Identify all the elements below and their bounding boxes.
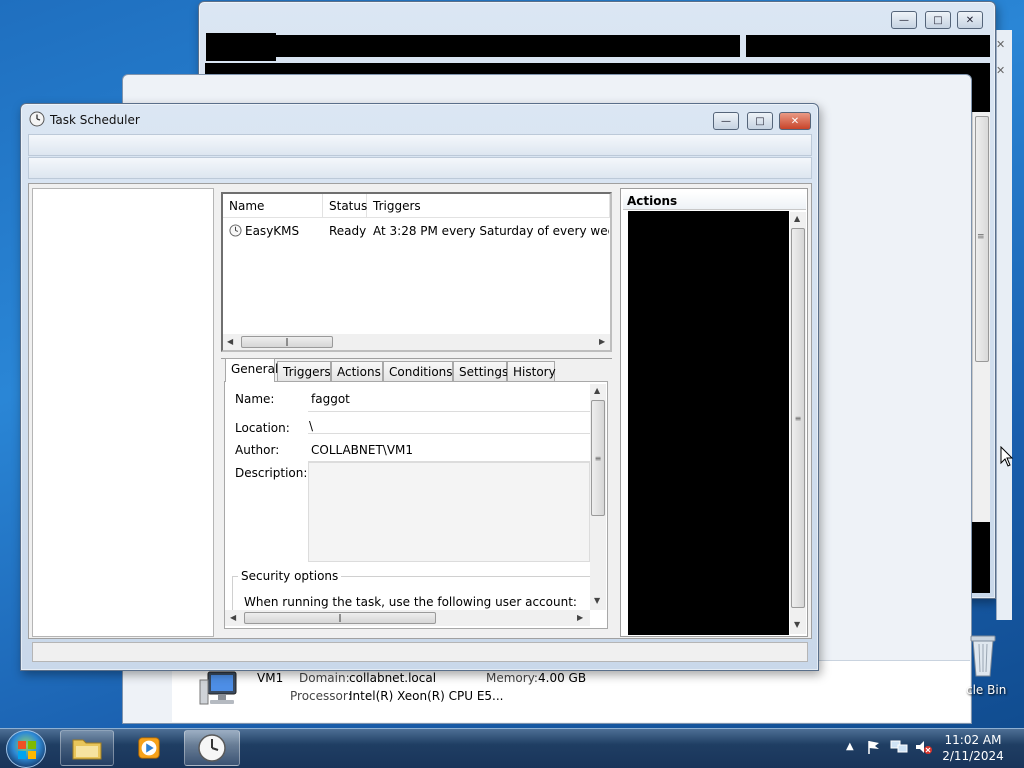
- scroll-up-icon[interactable]: ▲: [794, 214, 800, 223]
- name-field-underline: [308, 411, 590, 412]
- security-account-text: When running the task, use the following…: [244, 595, 577, 609]
- description-box[interactable]: [308, 462, 590, 562]
- scroll-down-icon[interactable]: ▼: [594, 596, 600, 605]
- ts-close-button[interactable]: ✕: [779, 112, 811, 130]
- menu-bar[interactable]: [28, 134, 812, 156]
- processor-label: Processor:: [290, 689, 352, 703]
- partial-close-icon-2[interactable]: ✕: [996, 64, 1005, 77]
- task-triggers-cell: At 3:28 PM every Saturday of every week,…: [373, 224, 609, 238]
- task-scheduler-icon: [198, 734, 226, 762]
- hscroll-thumb[interactable]: ‖: [241, 336, 333, 348]
- close-button[interactable]: ✕: [957, 11, 983, 29]
- partial-close-icon[interactable]: ✕: [996, 38, 1005, 51]
- domain-value: collabnet.local: [349, 671, 437, 685]
- domain-label: Domain:: [299, 671, 350, 685]
- task-name-cell: EasyKMS: [245, 224, 300, 238]
- ts-minimize-button[interactable]: —: [713, 112, 739, 130]
- redacted-search-bar: [746, 35, 990, 57]
- scroll-left-icon[interactable]: ◀: [230, 613, 236, 622]
- action-center-flag-icon[interactable]: [866, 739, 882, 755]
- computer-name: VM1: [257, 671, 284, 685]
- status-bar: [32, 642, 808, 662]
- scroll-right-icon[interactable]: ▶: [577, 613, 583, 622]
- vscroll-thumb[interactable]: ≡: [791, 228, 805, 608]
- maximize-button[interactable]: □: [925, 11, 951, 29]
- taskbar-date[interactable]: 2/11/2024: [938, 749, 1008, 763]
- tab-actions[interactable]: Actions: [331, 361, 383, 381]
- tab-triggers[interactable]: Triggers: [277, 361, 331, 381]
- processor-value: Intel(R) Xeon(R) CPU E5...: [349, 689, 504, 703]
- location-field-underline: [308, 433, 590, 434]
- column-header-name[interactable]: Name: [223, 194, 323, 218]
- toolbar[interactable]: [28, 157, 812, 179]
- column-header-triggers[interactable]: Triggers: [367, 194, 610, 218]
- network-icon[interactable]: [890, 739, 908, 755]
- clock-icon: [29, 111, 45, 127]
- tab-conditions[interactable]: Conditions: [383, 361, 453, 381]
- minimize-button[interactable]: —: [891, 11, 917, 29]
- redacted-title-block: [206, 33, 276, 61]
- windows-logo-icon: [18, 741, 36, 759]
- folder-icon: [72, 739, 102, 760]
- name-label: Name:: [235, 392, 275, 406]
- taskbar-explorer-button[interactable]: [60, 730, 114, 766]
- window-title: Task Scheduler: [50, 113, 140, 127]
- task-status-cell: Ready: [329, 224, 367, 238]
- task-list[interactable]: Name Status Triggers EasyKMS Ready At 3:…: [221, 192, 612, 352]
- author-label: Author:: [235, 443, 280, 457]
- navigation-tree-pane[interactable]: [32, 188, 214, 637]
- hscroll-thumb[interactable]: ‖: [244, 612, 436, 624]
- computer-icon: [199, 671, 237, 705]
- redacted-address-bar: [276, 35, 740, 57]
- recycle-bin-icon[interactable]: [968, 632, 998, 678]
- memory-label: Memory:: [486, 671, 538, 685]
- actions-vscrollbar[interactable]: ▲ ≡ ▼: [790, 212, 806, 634]
- scroll-up-icon[interactable]: ▲: [594, 386, 600, 395]
- location-value: \: [309, 419, 314, 433]
- tab-history[interactable]: History: [507, 361, 556, 381]
- ts-maximize-button[interactable]: □: [747, 112, 773, 130]
- scroll-right-icon[interactable]: ▶: [599, 337, 605, 346]
- start-button[interactable]: [6, 730, 46, 768]
- scroll-down-icon[interactable]: ▼: [794, 620, 800, 629]
- mouse-cursor-icon: [1000, 446, 1014, 467]
- tab-general[interactable]: General: [225, 358, 278, 382]
- actions-header[interactable]: Actions: [623, 192, 806, 210]
- redacted-actions-list: [628, 211, 789, 635]
- description-label: Description:: [235, 466, 308, 480]
- media-player-icon: [138, 737, 160, 759]
- taskbar-task-scheduler-button[interactable]: [184, 730, 240, 766]
- volume-muted-icon[interactable]: [914, 739, 932, 755]
- background-window-scrollbar[interactable]: ≡: [972, 112, 990, 522]
- author-value: COLLABNET\VM1: [311, 443, 414, 457]
- task-list-hscrollbar[interactable]: ◀ ‖ ▶: [223, 334, 610, 350]
- redacted-lower-block: [972, 522, 990, 592]
- column-header-status[interactable]: Status: [323, 194, 367, 218]
- tab-settings[interactable]: Settings: [453, 361, 508, 381]
- tray-arrow-icon[interactable]: ▲: [846, 741, 854, 752]
- security-options-title: Security options: [238, 569, 342, 583]
- details-vscrollbar[interactable]: ▲ ≡ ▼: [590, 384, 606, 610]
- location-label: Location:: [235, 421, 290, 435]
- task-clock-icon: [229, 224, 242, 237]
- scroll-left-icon[interactable]: ◀: [227, 337, 233, 346]
- partial-window-edge: [996, 30, 1012, 620]
- scroll-grip-icon: ≡: [977, 232, 985, 242]
- taskbar-media-player-button[interactable]: [122, 730, 176, 766]
- name-value[interactable]: faggot: [311, 392, 350, 406]
- taskbar-time[interactable]: 11:02 AM: [938, 733, 1008, 747]
- memory-value: 4.00 GB: [538, 671, 587, 685]
- recycle-bin-label[interactable]: cle Bin: [966, 683, 1006, 697]
- vscroll-thumb[interactable]: ≡: [591, 400, 605, 516]
- details-hscrollbar[interactable]: ◀ ‖ ▶: [225, 610, 590, 626]
